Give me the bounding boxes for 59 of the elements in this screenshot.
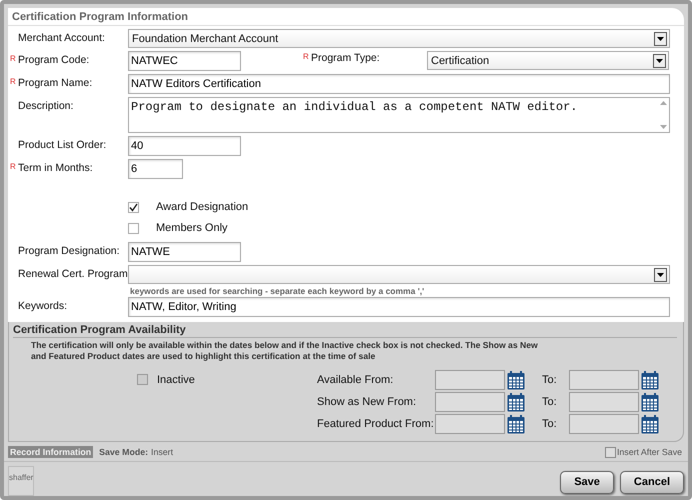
date-label: Available From: [317, 374, 394, 386]
calendar-icon[interactable] [507, 414, 525, 434]
program-name-field[interactable]: NATW Editors Certification [128, 74, 670, 94]
scroll-arrows-icon[interactable] [660, 100, 667, 130]
calendar-icon[interactable] [507, 370, 525, 390]
date-label: Show as New From: [317, 396, 418, 408]
action-button[interactable]: Cancel [620, 470, 684, 494]
program-type-dropdown[interactable]: Certification [427, 51, 669, 70]
save-mode-label: Save Mode: [99, 447, 148, 458]
date-field[interactable] [569, 392, 639, 412]
checkbox-label: Inactive [157, 374, 195, 386]
required-mark: R [10, 77, 16, 86]
field-label: Renewal Cert. Program [18, 268, 128, 280]
calendar-icon[interactable] [641, 392, 659, 412]
checkbox[interactable] [128, 222, 139, 234]
field-label: Program Code: [18, 54, 90, 66]
date-field[interactable] [435, 414, 505, 434]
calendar-icon[interactable] [641, 370, 659, 390]
required-mark: R [10, 54, 16, 63]
field-label: Merchant Account: [18, 32, 105, 44]
section-title: Certification Program Availability [13, 324, 677, 338]
date-label: To: [542, 418, 558, 430]
calendar-icon[interactable] [507, 392, 525, 412]
save-mode-value: Insert [151, 447, 174, 458]
keywords-field[interactable]: NATW, Editor, Writing [128, 297, 670, 317]
date-field[interactable] [435, 392, 505, 412]
field-label: Product List Order: [18, 139, 106, 151]
date-field[interactable] [569, 370, 639, 390]
checkbox-label: Insert After Save [616, 447, 682, 458]
checkbox-label: Award Designation [156, 201, 248, 213]
date-label: To: [542, 396, 558, 408]
date-field[interactable] [569, 414, 639, 434]
program-designation-field[interactable]: NATWE [128, 242, 241, 262]
term-in-months-field[interactable]: 6 [128, 159, 183, 179]
merchant-account-dropdown[interactable]: Foundation Merchant Account [128, 29, 670, 48]
checkbox[interactable] [128, 202, 139, 212]
required-mark: R [303, 52, 309, 61]
keywords-hint: keywords are used for searching - separate each keyword by a comma ',' [130, 286, 426, 296]
description-field[interactable]: Program to designate an individual as a competent NATW editor. [128, 97, 670, 133]
field-label: Term in Months: [18, 162, 93, 174]
field-label: Program Type: [311, 52, 380, 64]
calendar-icon[interactable] [641, 414, 659, 434]
user-name: shaffer [8, 466, 34, 496]
field-label: Description: [18, 100, 74, 112]
availability-note: The certification will only be available within the dates below and if the Inactive check box is not checked. The Show as New and Featured Product dates are used to highlight this certification at the time of sale [30, 338, 539, 362]
field-label: Program Designation: [18, 245, 120, 257]
date-field[interactable] [435, 370, 505, 390]
program-code-field[interactable]: NATWEC [128, 51, 241, 71]
section-title: Certification Program Information [8, 11, 684, 26]
date-label: Featured Product From: [317, 418, 435, 430]
checkbox[interactable] [137, 374, 148, 386]
action-button[interactable]: Save [560, 470, 614, 494]
required-mark: R [10, 162, 16, 171]
field-label: Keywords: [18, 300, 68, 312]
checkbox[interactable] [604, 446, 616, 458]
product-list-order-field[interactable]: 40 [128, 136, 241, 156]
field-label: Program Name: [18, 77, 92, 89]
date-label: To: [542, 374, 558, 386]
checkbox-label: Members Only [156, 222, 228, 234]
